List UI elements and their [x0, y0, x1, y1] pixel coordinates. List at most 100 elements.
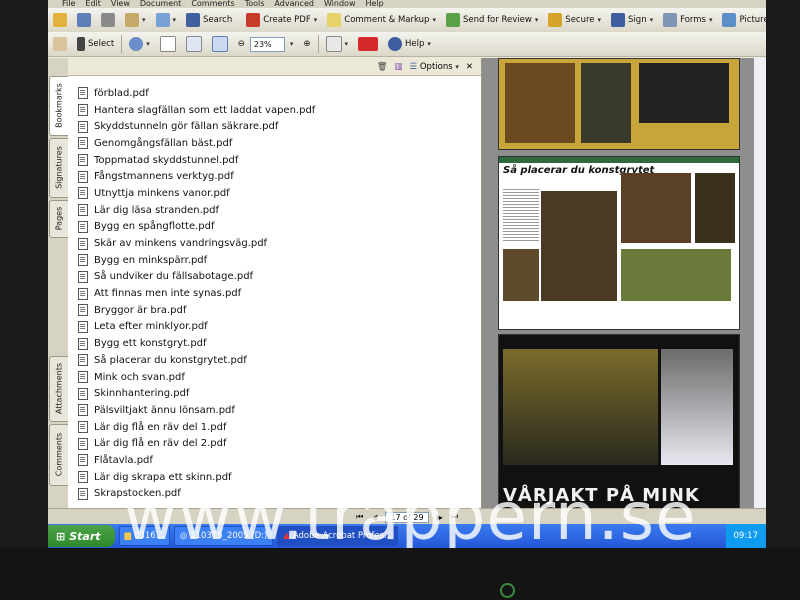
search-button[interactable]: Search — [181, 10, 237, 30]
pdf-file-icon — [78, 104, 88, 117]
bookmark-item[interactable]: Bygg ett konstgryt.pdf — [78, 335, 468, 352]
bookmark-item[interactable]: Skyddstunneln gör fällan säkrare.pdf — [78, 118, 468, 135]
help-label: Help — [405, 39, 425, 49]
menu-item-file[interactable]: File — [62, 0, 75, 8]
select-tool-button[interactable]: Select — [72, 34, 119, 54]
page-photo — [503, 249, 539, 301]
open-button[interactable] — [48, 10, 72, 30]
bookmark-item[interactable]: Att finnas men inte synas.pdf — [78, 285, 468, 302]
bookmark-item[interactable]: Lär dig flå en räv del 2.pdf — [78, 435, 468, 452]
save-button[interactable] — [72, 10, 96, 30]
comment-markup-button[interactable]: Comment & Markup ▾ — [322, 10, 441, 30]
forms-button[interactable]: Forms ▾ — [658, 10, 717, 30]
zoom-tool-button[interactable]: ▾ — [124, 34, 155, 54]
bookmark-item[interactable]: Så undviker du fällsabotage.pdf — [78, 269, 468, 286]
help-button[interactable]: Help ▾ — [383, 34, 436, 54]
toolbar-main: ▾ ▾ Search Create PDF ▾ Comment & Markup ▾… — [48, 8, 766, 33]
y-mail-icon — [358, 37, 379, 51]
print-button[interactable] — [96, 10, 120, 30]
send-review-label: Send for Review — [462, 15, 532, 25]
tab-attachments[interactable]: Attachments — [49, 356, 69, 422]
acrobat-window: File Edit View Document Comments Tools Advance… — [48, 0, 766, 548]
document-scrollbar[interactable] — [754, 58, 766, 508]
secure-button[interactable]: Secure ▾ — [543, 10, 606, 30]
pdf-file-icon — [78, 287, 88, 300]
bookmark-item[interactable]: Bygg en spångflotte.pdf — [78, 219, 468, 236]
page-thumbnail[interactable]: Så placerar du konstgrytet — [498, 156, 740, 330]
menu-item-advanced[interactable]: Advanced — [274, 0, 314, 8]
bookmark-label: Att finnas men inte synas.pdf — [94, 288, 242, 300]
bookmark-label: Hantera slagfällan som ett laddat vapen.… — [94, 104, 316, 116]
send-review-button[interactable]: Send for Review ▾ — [441, 10, 543, 30]
bookmark-item[interactable]: Leta efter minklyor.pdf — [78, 319, 468, 336]
tab-pages[interactable]: Pages — [49, 200, 69, 238]
power-button-icon[interactable] — [500, 583, 515, 598]
bookmark-item[interactable]: Lär dig läsa stranden.pdf — [78, 202, 468, 219]
bookmark-item[interactable]: Bygg en minkspärr.pdf — [78, 252, 468, 269]
bookmark-item[interactable]: Så placerar du konstgrytet.pdf — [78, 352, 468, 369]
fit-width-button[interactable] — [207, 34, 233, 54]
document-view: Så placerar du konstgrytet VÅRJAKT PÅ MI… — [482, 58, 766, 511]
rotate-button[interactable]: ▾ — [321, 34, 354, 54]
bookmark-label: Mink och svan.pdf — [94, 371, 185, 383]
sign-button[interactable]: Sign ▾ — [606, 10, 658, 30]
zoom-out-button[interactable]: ⊖ — [233, 34, 250, 54]
ymail-button[interactable] — [353, 34, 383, 54]
bookmark-label: Leta efter minklyor.pdf — [94, 321, 208, 333]
page-photo — [503, 349, 658, 465]
create-pdf-button[interactable]: Create PDF ▾ — [241, 10, 322, 30]
pdf-file-icon — [78, 137, 88, 150]
pdf-file-icon — [78, 337, 88, 350]
bookmark-item[interactable]: Utnyttja minkens vanor.pdf — [78, 185, 468, 202]
menu-item-tools[interactable]: Tools — [245, 0, 265, 8]
page-photo — [541, 191, 617, 301]
menu-item-help[interactable]: Help — [365, 0, 383, 8]
pdf-file-icon — [78, 87, 88, 100]
review-icon — [445, 13, 460, 27]
email-button[interactable]: ▾ — [120, 10, 151, 30]
trash-icon[interactable]: 🗑 — [377, 62, 388, 72]
bookmark-icon[interactable]: ▥ — [395, 62, 403, 72]
bookmark-list: förblad.pdf Hantera slagfällan som ett la… — [78, 85, 468, 502]
zoom-input[interactable]: 23% — [249, 36, 285, 52]
picture-tasks-button[interactable]: Picture Tasks▾ — [717, 10, 766, 30]
menu-item-edit[interactable]: Edit — [85, 0, 101, 8]
bookmark-item[interactable]: Fångstmannens verktyg.pdf — [78, 168, 468, 185]
bookmark-item[interactable]: Skär av minkens vandringsväg.pdf — [78, 235, 468, 252]
menu-item-window[interactable]: Window — [324, 0, 356, 8]
page-thumbnail[interactable] — [498, 58, 740, 150]
bookmark-label: förblad.pdf — [94, 87, 149, 99]
cursor-icon — [77, 37, 85, 51]
bookmark-item[interactable]: Flåtavla.pdf — [78, 452, 468, 469]
close-icon[interactable]: ✕ — [466, 62, 473, 72]
actual-size-button[interactable] — [155, 34, 181, 54]
bookmark-item[interactable]: Pälsviltjakt ännu lönsam.pdf — [78, 402, 468, 419]
hand-tool-button[interactable] — [48, 34, 72, 54]
menu-item-view[interactable]: View — [111, 0, 130, 8]
menu-item-comments[interactable]: Comments — [191, 0, 234, 8]
options-button[interactable]: ☰ Options ▾ — [410, 62, 459, 72]
rotate-icon — [325, 36, 342, 52]
tab-comments[interactable]: Comments — [49, 424, 69, 486]
bookmark-item[interactable]: Mink och svan.pdf — [78, 369, 468, 386]
toolbar-separator — [317, 35, 319, 53]
tool-button[interactable]: ▾ — [151, 10, 182, 30]
bookmark-item[interactable]: Toppmatad skyddstunnel.pdf — [78, 152, 468, 169]
fit-page-button[interactable] — [181, 34, 207, 54]
disk-icon — [77, 13, 91, 27]
zoom-dropdown[interactable]: ▾ — [285, 34, 299, 54]
bookmark-item[interactable]: Genomgångsfällan bäst.pdf — [78, 135, 468, 152]
bookmark-label: Lär dig flå en räv del 1.pdf — [94, 421, 227, 433]
forms-icon — [663, 13, 678, 27]
menu-bar: File Edit View Document Comments Tools Advance… — [48, 0, 766, 8]
bookmark-item[interactable]: förblad.pdf — [78, 85, 468, 102]
zoom-in-button[interactable]: ⊕ — [298, 34, 315, 54]
bookmark-item[interactable]: Hantera slagfällan som ett laddat vapen.… — [78, 102, 468, 119]
bookmark-item[interactable]: Skinnhantering.pdf — [78, 385, 468, 402]
menu-item-document[interactable]: Document — [140, 0, 181, 8]
bookmark-item[interactable]: Bryggor är bra.pdf — [78, 302, 468, 319]
create-pdf-label: Create PDF — [263, 15, 311, 25]
page-photo — [621, 249, 731, 301]
bookmark-item[interactable]: Lär dig flå en räv del 1.pdf — [78, 419, 468, 436]
bookmark-label: Flåtavla.pdf — [94, 454, 153, 466]
